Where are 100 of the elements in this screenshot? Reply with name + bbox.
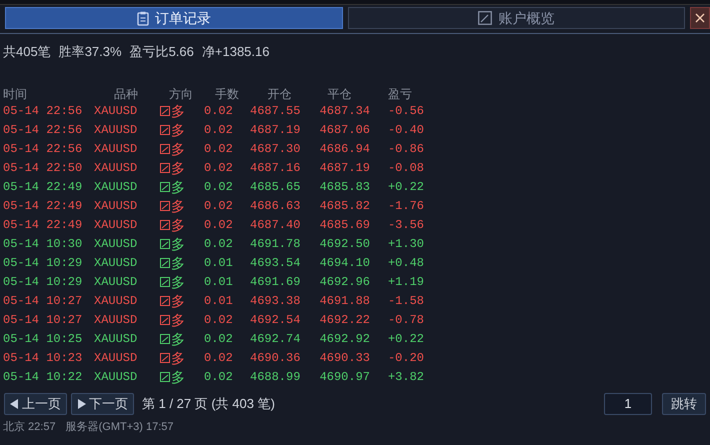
table-cell-text: 0.02 xyxy=(204,198,234,215)
table-cell-text: 05-14 10:23 xyxy=(3,350,84,367)
table-cell-text: 4692.22 xyxy=(318,312,370,329)
table-cell-text: -0.78 xyxy=(386,312,425,329)
trade-chart-icon xyxy=(160,220,170,230)
tab[interactable]: 账户概览 xyxy=(348,7,685,29)
trade-chart-icon xyxy=(160,353,170,363)
table-cell-text: -0.20 xyxy=(386,350,425,367)
table-cell-text: 4685.82 xyxy=(318,198,370,215)
trade-chart-icon xyxy=(160,372,170,382)
table-cell-text: +0.22 xyxy=(386,331,425,348)
table-cell-text: XAUUSD xyxy=(94,350,138,367)
column-header: 盈亏 xyxy=(387,86,413,102)
table-cell-text: 0.02 xyxy=(204,331,234,348)
stat-text: 盈亏比5.66 xyxy=(130,43,194,61)
table-cell-text: XAUUSD xyxy=(94,293,138,310)
table-cell-text: 4690.33 xyxy=(318,350,370,367)
table-cell-text: -0.40 xyxy=(386,122,425,139)
jump-button[interactable]: 跳转 xyxy=(662,392,706,414)
next-page-button[interactable]: 下一页 xyxy=(71,392,134,414)
table-cell-text: 05-14 10:25 xyxy=(3,331,84,348)
local-time: 北京 22:57 xyxy=(3,420,56,434)
table-cell-text: 4693.38 xyxy=(250,293,302,310)
table-cell-text: 4691.78 xyxy=(250,236,302,253)
table-cell-text: 0.01 xyxy=(204,255,234,272)
table-cell-text: 0.02 xyxy=(204,141,234,158)
tab[interactable]: 订单记录 xyxy=(5,7,342,29)
table-cell-text: 05-14 10:27 xyxy=(3,312,84,329)
column-header: 品种 xyxy=(113,86,139,102)
trade-chart-icon xyxy=(160,163,170,173)
page-number-field[interactable]: 1 xyxy=(604,392,652,414)
side-text: 多 xyxy=(171,102,185,120)
table-cell-text: 0.02 xyxy=(204,369,234,386)
side-text: 多 xyxy=(171,120,185,140)
table-cell-text: XAUUSD xyxy=(94,369,138,386)
table-cell-text: 05-14 10:22 xyxy=(3,369,84,386)
table-cell-text: 4687.40 xyxy=(250,217,302,234)
trade-chart-icon xyxy=(160,239,170,249)
table-cell-text: 4687.34 xyxy=(318,103,370,120)
table-cell-text: 4687.55 xyxy=(250,103,302,120)
table-cell-text: 05-14 10:29 xyxy=(3,274,84,291)
previous-page-button[interactable]: 上一页 xyxy=(4,392,67,414)
table-cell-text: 4685.65 xyxy=(250,179,302,196)
stat-text: 共405笔 xyxy=(3,43,51,61)
side-text: 多 xyxy=(171,272,185,292)
trade-chart-icon xyxy=(160,201,170,211)
table-cell-text: XAUUSD xyxy=(94,236,138,253)
table-cell-text: XAUUSD xyxy=(94,122,138,139)
side-text: 多 xyxy=(171,368,185,386)
table-cell-text: 0.02 xyxy=(204,312,234,329)
table-cell-text: 0.02 xyxy=(204,236,234,253)
table-cell-text: 05-14 22:49 xyxy=(3,179,84,196)
table-cell-text: +3.82 xyxy=(386,369,425,386)
table-cell-text: 4694.10 xyxy=(318,255,370,272)
table-cell-text: XAUUSD xyxy=(94,274,138,291)
table-cell-text: 05-14 10:30 xyxy=(3,236,84,253)
side-text: 多 xyxy=(171,234,185,254)
table-cell-text: XAUUSD xyxy=(94,160,138,177)
table-cell-text: XAUUSD xyxy=(94,217,138,234)
table-cell-text: -0.56 xyxy=(386,103,425,120)
table-cell-text: 4687.19 xyxy=(250,122,302,139)
side-text: 多 xyxy=(171,330,185,348)
table-cell-text: 4691.88 xyxy=(318,293,370,310)
table-cell-text: XAUUSD xyxy=(94,255,138,272)
page-info: 第 1 / 27 页 (共 403 笔) xyxy=(142,394,275,413)
table-cell-text: 0.01 xyxy=(204,274,234,291)
table-cell-text: -1.58 xyxy=(386,293,425,310)
side-text: 多 xyxy=(171,216,185,234)
table-cell-text: 05-14 22:56 xyxy=(3,141,84,158)
close-button[interactable] xyxy=(690,7,710,29)
side-text: 多 xyxy=(171,158,185,178)
table-cell-text: 05-14 22:50 xyxy=(3,160,84,177)
table-cell-text: XAUUSD xyxy=(94,198,138,215)
trade-chart-icon xyxy=(160,125,170,135)
column-header: 方向 xyxy=(168,86,194,102)
table-cell-text: 4692.50 xyxy=(318,236,370,253)
side-text: 多 xyxy=(171,178,185,196)
table-cell-text: +1.19 xyxy=(386,274,425,291)
column-header: 时间 xyxy=(3,86,28,102)
table-cell-text: XAUUSD xyxy=(94,141,138,158)
table-cell-text: XAUUSD xyxy=(94,312,138,329)
table-cell-text: 4688.99 xyxy=(250,369,302,386)
trade-chart-icon xyxy=(160,315,170,325)
column-header: 平仓 xyxy=(326,86,352,102)
table-cell-text: 0.02 xyxy=(204,179,234,196)
stat-text: 净+1385.16 xyxy=(202,43,270,61)
clipboard-icon xyxy=(136,10,149,26)
table-cell-text: 4690.97 xyxy=(318,369,370,386)
table-cell-text: 4693.54 xyxy=(250,255,302,272)
table-cell-text: 0.02 xyxy=(204,160,234,177)
table-cell-text: +0.22 xyxy=(386,179,425,196)
table-cell-text: XAUUSD xyxy=(94,331,138,348)
table-cell-text: 05-14 22:56 xyxy=(3,103,84,120)
close-icon xyxy=(695,13,705,23)
table-cell-text: 05-14 22:49 xyxy=(3,198,84,215)
column-header: 开仓 xyxy=(266,86,292,102)
table-cell-text: 4692.54 xyxy=(250,312,302,329)
table-cell-text: 4691.69 xyxy=(250,274,302,291)
trade-chart-icon xyxy=(160,258,170,268)
table-cell-text: 4687.19 xyxy=(318,160,370,177)
